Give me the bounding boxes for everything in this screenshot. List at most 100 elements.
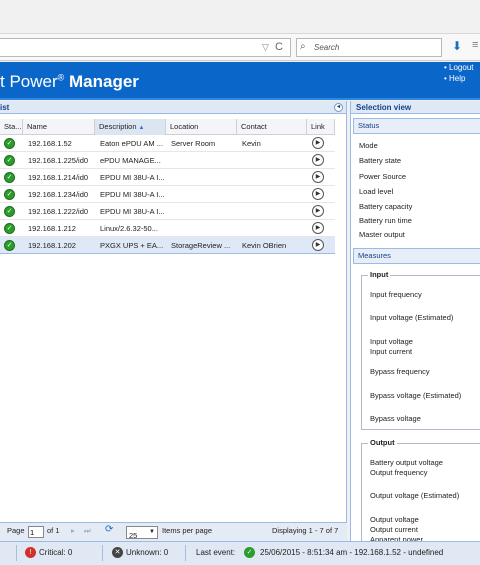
items-per-page-label: Items per page [162, 526, 213, 535]
column-header-location[interactable]: Location [166, 119, 237, 135]
cell-contact: Kevin [242, 139, 261, 148]
cell-description: ePDU MANAGE... [100, 156, 161, 165]
cell-contact [238, 152, 308, 169]
measure-item-label: Input frequency [370, 290, 422, 299]
table-row[interactable]: ✓ 192.168.1.52 Eaton ePDU AM ... Server Roo… [0, 135, 335, 152]
column-header-description-label: Description [99, 122, 137, 131]
cell-description: EPDU MI 38U-A I... [100, 190, 165, 199]
browser-tab-strip [0, 0, 480, 34]
column-header-status[interactable]: Sta... [0, 119, 23, 135]
status-item-label: Load level [359, 187, 394, 196]
page-size-select[interactable]: 25 ▼ [126, 526, 158, 540]
input-fieldset: Input Input frequency Input voltage (Esti… [361, 270, 480, 430]
table-row[interactable]: ✓ 192.168.1.234/id0 EPDU MI 38U-A I... ▶ [0, 186, 335, 203]
column-header-name[interactable]: Name [23, 119, 95, 135]
page-label: Page [7, 526, 25, 535]
page-number-input[interactable] [28, 526, 44, 538]
status-item-label: Mode [359, 141, 378, 150]
cell-location: Server Room [171, 139, 216, 148]
status-ok-icon: ✓ [4, 223, 15, 234]
cell-name: 192.168.1.234/id0 [28, 190, 89, 199]
column-header-contact[interactable]: Contact [237, 119, 307, 135]
collapse-panel-icon[interactable]: ◂ [334, 103, 343, 112]
cell-location [167, 169, 237, 186]
app-title: t Power® Manager [0, 72, 139, 92]
menu-icon[interactable]: ≡ [472, 39, 478, 51]
status-bar: ! Critical: 0 ✕ Unknown: 0 Last event: ✓… [0, 541, 480, 565]
cell-name: 192.168.1.222/id0 [28, 207, 89, 216]
browser-search-input[interactable]: ⌕ Search [296, 38, 442, 57]
status-ok-icon: ✓ [4, 155, 15, 166]
cell-location [167, 203, 237, 220]
app-title-prefix: t Power [0, 72, 58, 91]
table-row[interactable]: ✓ 192.168.1.212 Linux/2.6.32-50... ▶ [0, 220, 335, 237]
table-row[interactable]: ✓ 192.168.1.202 PXGX UPS + EA... StorageRev… [0, 237, 335, 254]
cell-location: StorageReview ... [171, 241, 231, 250]
critical-icon: ! [25, 547, 36, 558]
status-item-label: Power Source [359, 172, 407, 181]
cell-name: 192.168.1.52 [28, 139, 72, 148]
cell-description: EPDU MI 38U-A I... [100, 173, 165, 182]
app-title-suffix: Manager [69, 72, 139, 91]
cell-location [167, 152, 237, 169]
grid-body: ✓ 192.168.1.52 Eaton ePDU AM ... Server Roo… [0, 135, 335, 254]
cell-contact [238, 203, 308, 220]
open-link-icon[interactable]: ▶ [312, 137, 324, 149]
status-item-label: Battery capacity [359, 202, 413, 211]
cell-name: 192.168.1.225/id0 [28, 156, 89, 165]
download-icon[interactable]: ⬇ [452, 39, 462, 53]
measures-section-header[interactable]: Measures [353, 248, 480, 264]
cell-contact [238, 169, 308, 186]
status-ok-icon: ✓ [4, 206, 15, 217]
cell-contact [238, 220, 308, 237]
status-ok-icon: ✓ [4, 172, 15, 183]
url-history-dropdown-icon[interactable]: ▽ [262, 42, 269, 53]
refresh-icon[interactable]: ⟳ [105, 524, 113, 535]
open-link-icon[interactable]: ▶ [312, 205, 324, 217]
column-header-description[interactable]: Description ▲ [95, 119, 166, 135]
last-page-icon[interactable]: ⏭ [84, 526, 91, 536]
next-page-icon[interactable]: ▸ [71, 526, 75, 535]
measure-item-label: Output voltage [370, 515, 419, 524]
registered-mark: ® [57, 72, 65, 83]
output-legend: Output [368, 438, 397, 447]
table-row[interactable]: ✓ 192.168.1.225/id0 ePDU MANAGE... ▶ [0, 152, 335, 169]
pagination-bar: ◂ Page of 1 ▸ ⏭ ⟳ 25▼ Items per page Dis… [0, 522, 347, 541]
event-ok-icon: ✓ [244, 547, 255, 558]
table-row[interactable]: ✓ 192.168.1.214/id0 EPDU MI 38U-A I... ▶ [0, 169, 335, 186]
measure-item-label: Bypass frequency [370, 367, 430, 376]
url-bar[interactable]: ▽ C [0, 38, 291, 57]
column-header-link[interactable]: Link [307, 119, 335, 135]
measure-item-label: Input current [370, 347, 413, 356]
statusbar-divider [16, 545, 17, 561]
open-link-icon[interactable]: ▶ [312, 239, 324, 251]
cell-description: EPDU MI 38U-A I... [100, 207, 165, 216]
app-header: t Power® Manager • Logout • Help [0, 62, 480, 100]
measure-item-label: Battery output voltage [370, 458, 443, 467]
measure-item-label: Output frequency [370, 468, 428, 477]
reload-icon[interactable]: C [275, 41, 283, 53]
table-row[interactable]: ✓ 192.168.1.222/id0 EPDU MI 38U-A I... ▶ [0, 203, 335, 220]
last-event-label: Last event: [196, 548, 236, 557]
help-link[interactable]: • Help [444, 74, 465, 83]
open-link-icon[interactable]: ▶ [312, 171, 324, 183]
output-fieldset: Output Battery output voltage Output freq… [361, 438, 480, 544]
measure-item-label: Input voltage (Estimated) [370, 313, 454, 322]
measure-item-label: Bypass voltage [370, 414, 421, 423]
open-link-icon[interactable]: ▶ [312, 188, 324, 200]
input-legend: Input [368, 270, 391, 279]
statusbar-divider [185, 545, 186, 561]
status-section-header[interactable]: Status [353, 118, 480, 134]
cell-name: 192.168.1.202 [28, 241, 76, 250]
cell-name: 192.168.1.214/id0 [28, 173, 89, 182]
chevron-down-icon: ▼ [149, 529, 155, 535]
open-link-icon[interactable]: ▶ [312, 222, 324, 234]
open-link-icon[interactable]: ▶ [312, 154, 324, 166]
status-item-label: Battery state [359, 156, 402, 165]
page-of-label: of 1 [47, 526, 60, 535]
logout-link[interactable]: • Logout [444, 63, 474, 72]
status-ok-icon: ✓ [4, 189, 15, 200]
node-list-title: ist ◂ [0, 101, 346, 114]
node-list-panel: ist ◂ Sta... Name Description ▲ Location … [0, 101, 347, 541]
cell-contact: Kevin OBrien [242, 241, 287, 250]
